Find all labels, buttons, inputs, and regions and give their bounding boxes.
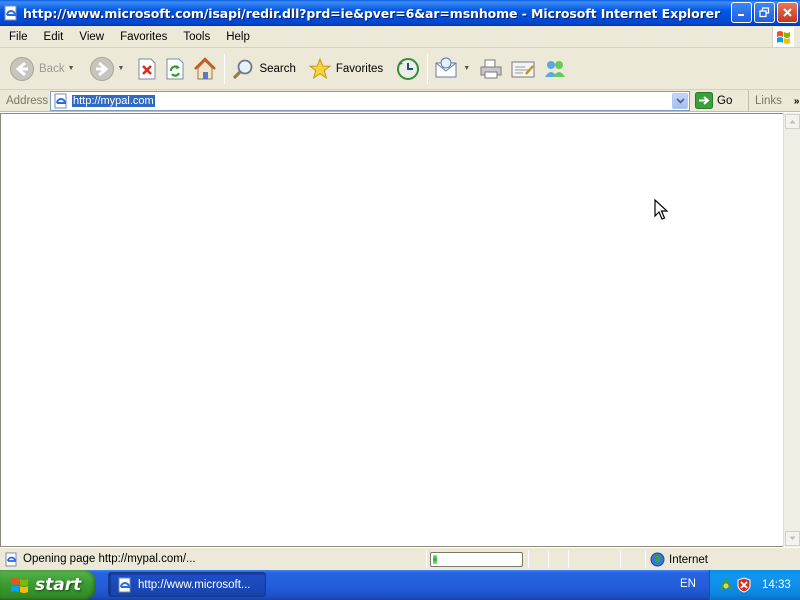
scroll-down-icon — [789, 536, 796, 540]
start-label: start — [35, 575, 82, 595]
back-dropdown-icon[interactable]: ▼ — [68, 65, 75, 72]
taskbar-item-ie[interactable]: http://www.microsoft... — [108, 572, 266, 597]
toolbar-separator — [427, 53, 429, 84]
mail-dropdown-icon[interactable]: ▼ — [463, 65, 470, 72]
status-divider — [568, 551, 569, 568]
menu-edit[interactable]: Edit — [36, 31, 72, 43]
ie-page-icon — [118, 577, 131, 592]
page-loading-icon — [5, 552, 17, 566]
forward-arrow-icon — [89, 56, 114, 81]
minimize-icon — [738, 14, 744, 16]
network-icon[interactable] — [718, 577, 734, 593]
stop-icon — [138, 58, 156, 79]
history-icon — [397, 57, 420, 80]
address-label: Address — [6, 94, 49, 107]
standard-toolbar: Back ▼ ▼ Search Favorites ▼ — [0, 48, 800, 90]
zone-label: Internet — [669, 553, 708, 566]
menu-bar: File Edit View Favorites Tools Help — [0, 26, 800, 48]
window-controls — [731, 2, 798, 23]
messenger-button[interactable] — [539, 51, 571, 87]
favorites-star-icon — [308, 57, 332, 79]
mail-icon — [435, 57, 457, 77]
clock[interactable]: 14:33 — [762, 579, 791, 591]
links-label: Links — [755, 95, 782, 107]
search-button[interactable]: Search — [228, 51, 298, 87]
status-divider — [645, 551, 646, 568]
menu-view[interactable]: View — [71, 31, 112, 43]
taskbar: start http://www.microsoft... EN 14:33 — [0, 570, 800, 600]
refresh-button[interactable] — [161, 51, 189, 87]
chevron-right-icon[interactable]: » — [794, 96, 800, 107]
address-input[interactable]: http://mypal.com — [50, 91, 690, 111]
scroll-up-button[interactable] — [785, 114, 800, 129]
ie-page-icon — [4, 5, 17, 21]
search-label: Search — [259, 62, 296, 75]
ie-page-icon — [54, 93, 67, 109]
scroll-down-button[interactable] — [785, 531, 800, 546]
system-tray: 14:33 — [709, 570, 800, 600]
security-zone[interactable]: Internet — [650, 552, 708, 567]
menu-file[interactable]: File — [0, 31, 36, 43]
taskbar-item-label: http://www.microsoft... — [138, 578, 251, 591]
status-bar: Opening page http://mypal.com/... Intern… — [0, 547, 800, 570]
status-divider — [528, 551, 529, 568]
back-button[interactable]: Back ▼ — [6, 51, 78, 87]
windows-logo — [772, 27, 794, 47]
status-text: Opening page http://mypal.com/... — [23, 553, 196, 565]
close-icon — [783, 8, 792, 17]
toolbar-separator — [224, 53, 226, 84]
restore-icon — [759, 7, 770, 18]
menu-favorites[interactable]: Favorites — [112, 31, 175, 43]
menu-help[interactable]: Help — [218, 31, 258, 43]
address-bar: Address http://mypal.com Go Links » — [0, 90, 800, 112]
favorites-button[interactable]: Favorites — [305, 51, 386, 87]
close-button[interactable] — [777, 2, 798, 23]
mail-button[interactable]: ▼ — [431, 51, 473, 87]
print-icon — [480, 59, 502, 78]
status-divider — [426, 551, 427, 568]
minimize-button[interactable] — [731, 2, 752, 23]
print-button[interactable] — [475, 51, 507, 87]
globe-icon — [650, 552, 665, 567]
language-indicator[interactable]: EN — [680, 578, 696, 590]
home-button[interactable] — [189, 51, 221, 87]
edit-page-icon — [511, 61, 535, 77]
scroll-up-icon — [789, 120, 796, 124]
history-button[interactable] — [392, 51, 424, 87]
progress-fill — [433, 555, 438, 564]
stop-button[interactable] — [133, 51, 161, 87]
window-title: http://www.microsoft.com/isapi/redir.dll… — [23, 5, 721, 21]
back-label: Back — [39, 62, 65, 75]
forward-dropdown-icon[interactable]: ▼ — [118, 65, 125, 72]
messenger-icon — [545, 60, 566, 77]
start-button[interactable]: start — [0, 570, 96, 600]
chevron-down-icon — [675, 98, 685, 104]
title-bar[interactable]: http://www.microsoft.com/isapi/redir.dll… — [0, 0, 800, 26]
refresh-icon — [166, 58, 184, 79]
page-content[interactable] — [0, 113, 783, 547]
forward-button[interactable]: ▼ — [86, 51, 128, 87]
go-button[interactable]: Go — [695, 92, 732, 109]
address-url[interactable]: http://mypal.com — [72, 95, 155, 107]
status-message: Opening page http://mypal.com/... — [4, 552, 196, 567]
menu-tools[interactable]: Tools — [175, 31, 218, 43]
security-shield-icon[interactable] — [736, 577, 752, 593]
status-divider — [620, 551, 621, 568]
maximize-button[interactable] — [754, 2, 775, 23]
links-toolbar[interactable]: Links » — [748, 90, 799, 112]
edit-button[interactable] — [507, 51, 539, 87]
search-icon — [233, 59, 253, 79]
go-label: Go — [717, 94, 733, 107]
go-arrow-icon — [695, 92, 713, 109]
home-icon — [194, 56, 217, 79]
windows-flag-icon — [776, 31, 790, 44]
favorites-label: Favorites — [335, 62, 384, 75]
address-dropdown-button[interactable] — [672, 93, 688, 109]
mouse-cursor-icon — [654, 199, 668, 220]
back-arrow-icon — [10, 56, 34, 81]
status-divider — [548, 551, 549, 568]
vertical-scrollbar[interactable] — [783, 113, 800, 547]
progress-bar — [430, 552, 523, 567]
windows-flag-icon — [11, 578, 28, 593]
